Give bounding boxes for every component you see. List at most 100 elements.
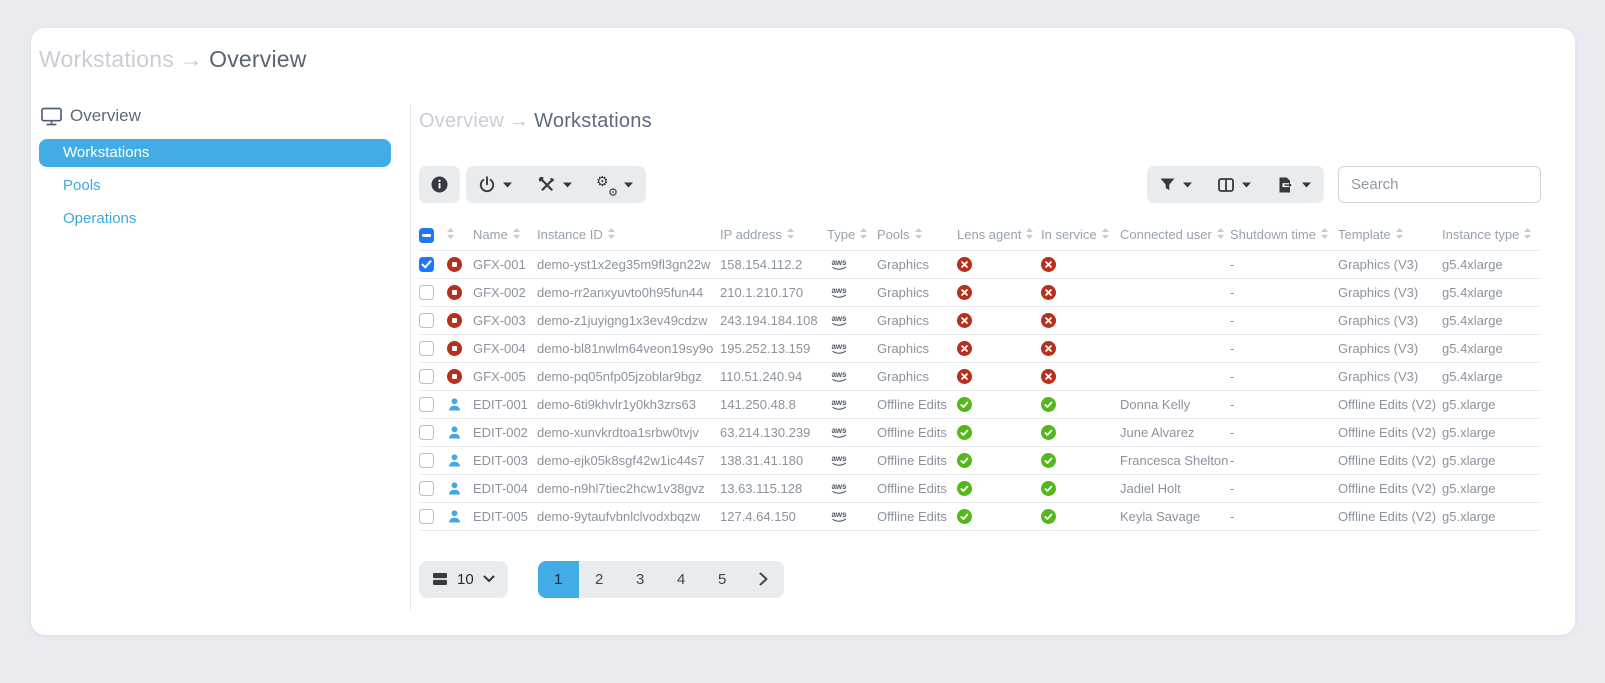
page-list: 12345 (538, 561, 784, 598)
cell-shutdown-time: - (1230, 334, 1338, 362)
chevron-right-icon (759, 572, 768, 586)
column-header-state[interactable] (447, 227, 473, 242)
next-page-button[interactable] (743, 561, 784, 598)
row-checkbox[interactable] (419, 481, 434, 496)
cell-connected-user (1120, 278, 1230, 306)
breadcrumb-arrow-icon: → (504, 110, 534, 132)
row-checkbox[interactable] (419, 509, 434, 524)
cell-in-service (1041, 306, 1120, 334)
column-header-shutdown-time[interactable]: Shutdown time (1230, 227, 1338, 242)
sort-icon (1026, 228, 1033, 239)
cell-pools: Graphics (877, 306, 957, 334)
error-icon (957, 369, 972, 384)
page-button[interactable]: 1 (538, 561, 579, 598)
column-header-in-service[interactable]: In service (1041, 227, 1120, 242)
maintenance-dropdown-button[interactable] (525, 166, 585, 203)
cell-name: EDIT-002 (473, 418, 537, 446)
svg-text:aws: aws (831, 370, 847, 379)
info-button[interactable] (419, 166, 460, 203)
sidebar-item-operations[interactable]: Operations (39, 205, 391, 233)
page-title-current: Overview (209, 46, 306, 72)
cell-instance-type: g5.xlarge (1442, 474, 1541, 502)
cell-template: Offline Edits (V2) (1338, 474, 1442, 502)
search-input[interactable] (1338, 166, 1541, 203)
sidebar-item-pools[interactable]: Pools (39, 172, 391, 200)
select-all-checkbox[interactable] (419, 228, 434, 243)
sort-icon (447, 228, 454, 239)
cell-instance-id: demo-xunvkrdtoa1srbw0tvjv (537, 418, 720, 446)
cell-template: Graphics (V3) (1338, 278, 1442, 306)
user-status-icon (447, 453, 462, 468)
cell-template: Graphics (V3) (1338, 250, 1442, 278)
column-header-type[interactable]: Type (827, 227, 877, 242)
columns-dropdown-button[interactable] (1205, 166, 1264, 203)
page-button[interactable]: 2 (579, 561, 620, 598)
settings-dropdown-button[interactable]: ⚙⚙ (585, 166, 646, 203)
breadcrumb: Overview→Workstations (419, 108, 1541, 134)
sort-icon (860, 228, 867, 239)
svg-text:aws: aws (831, 286, 847, 295)
row-checkbox[interactable] (419, 313, 434, 328)
cell-in-service (1041, 362, 1120, 390)
cell-instance-id: demo-9ytaufvbnlclvodxbqzw (537, 502, 720, 530)
success-icon (1041, 397, 1056, 412)
user-status-icon (447, 509, 462, 524)
cell-instance-id: demo-n9hl7tiec2hcw1v38gvz (537, 474, 720, 502)
page-button[interactable]: 4 (661, 561, 702, 598)
cell-type: aws (827, 418, 877, 446)
cell-name: GFX-004 (473, 334, 537, 362)
caret-down-icon (503, 182, 512, 188)
cell-template: Offline Edits (V2) (1338, 502, 1442, 530)
cell-in-service (1041, 334, 1120, 362)
user-status-icon (447, 425, 462, 440)
export-dropdown-button[interactable] (1264, 166, 1324, 203)
breadcrumb-arrow-icon: → (174, 46, 209, 72)
export-icon (1277, 177, 1294, 193)
row-checkbox[interactable] (419, 453, 434, 468)
column-header-ip-address[interactable]: IP address (720, 227, 827, 242)
row-checkbox[interactable] (419, 285, 434, 300)
aws-icon: aws (827, 256, 851, 272)
cell-type: aws (827, 446, 877, 474)
aws-icon: aws (827, 368, 851, 384)
page-size-value: 10 (457, 571, 474, 588)
success-icon (957, 453, 972, 468)
row-checkbox[interactable] (419, 257, 434, 272)
breadcrumb-parent: Overview (419, 110, 504, 132)
page-size-selector[interactable]: 10 (419, 561, 508, 598)
column-header-connected-user[interactable]: Connected user (1120, 227, 1230, 242)
filter-dropdown-button[interactable] (1147, 166, 1205, 203)
cell-instance-type: g5.xlarge (1442, 446, 1541, 474)
cell-name: EDIT-005 (473, 502, 537, 530)
cell-pools: Offline Edits (877, 474, 957, 502)
sort-icon (1321, 228, 1328, 239)
column-header-instance-type[interactable]: Instance type (1442, 227, 1541, 242)
aws-icon: aws (827, 452, 851, 468)
page-button[interactable]: 3 (620, 561, 661, 598)
cell-name: GFX-002 (473, 278, 537, 306)
cell-name: EDIT-001 (473, 390, 537, 418)
actions-button-group: ⚙⚙ (466, 166, 646, 203)
column-header-template[interactable]: Template (1338, 227, 1442, 242)
cell-template: Graphics (V3) (1338, 362, 1442, 390)
column-header-name[interactable]: Name (473, 227, 537, 242)
cell-name: GFX-005 (473, 362, 537, 390)
caret-down-icon (1242, 182, 1251, 188)
row-checkbox[interactable] (419, 425, 434, 440)
row-checkbox[interactable] (419, 397, 434, 412)
sidebar-item-workstations[interactable]: Workstations (39, 139, 391, 167)
cell-template: Graphics (V3) (1338, 306, 1442, 334)
sort-icon (1524, 228, 1531, 239)
page-button[interactable]: 5 (702, 561, 743, 598)
cell-instance-type: g5.xlarge (1442, 502, 1541, 530)
error-icon (957, 341, 972, 356)
column-header-pools[interactable]: Pools (877, 227, 957, 242)
power-dropdown-button[interactable] (466, 166, 525, 203)
row-checkbox[interactable] (419, 369, 434, 384)
sort-icon (608, 228, 615, 239)
column-header-lens-agent[interactable]: Lens agent (957, 227, 1041, 242)
cell-connected-user: Francesca Shelton (1120, 446, 1230, 474)
row-checkbox[interactable] (419, 341, 434, 356)
cell-shutdown-time: - (1230, 250, 1338, 278)
column-header-instance-id[interactable]: Instance ID (537, 227, 720, 242)
